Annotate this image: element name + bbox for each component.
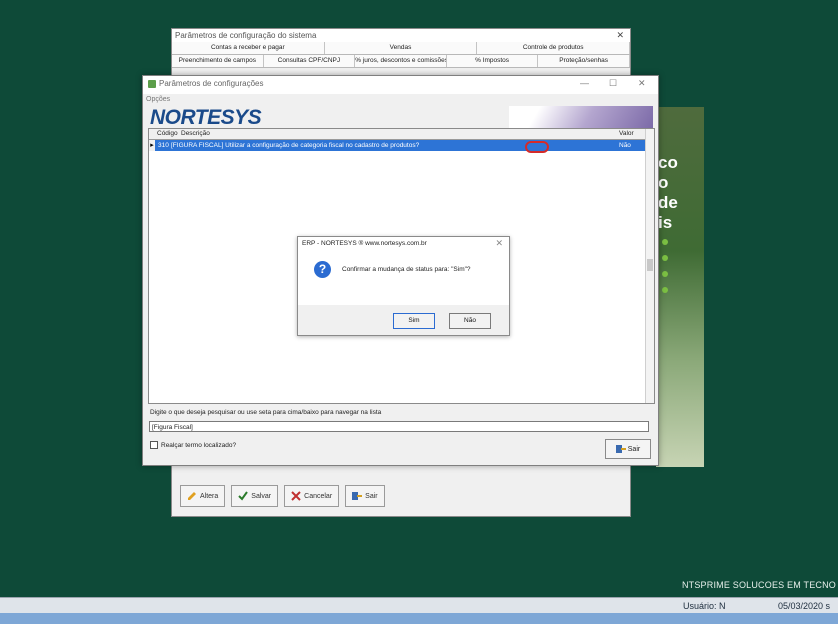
pencil-icon bbox=[187, 491, 197, 501]
search-label: Digite o que deseja pesquisar ou use set… bbox=[150, 409, 382, 416]
taskbar-strip bbox=[0, 613, 838, 624]
brand-text: NTSPRIME SOLUCOES EM TECNO bbox=[681, 580, 836, 590]
tab-contas[interactable]: Contas a receber e pagar bbox=[172, 42, 325, 54]
alterar-button[interactable]: Altera bbox=[180, 485, 226, 507]
cancelar-label: Cancelar bbox=[304, 492, 333, 500]
desktop: Parâmetros de configuração do sistema ✕ … bbox=[0, 0, 838, 597]
dialog-titlebar: ERP - NORTESYS ® www.nortesys.com.br ✕ bbox=[298, 237, 509, 251]
tab-preenchimento[interactable]: Preenchimento de campos bbox=[172, 55, 264, 67]
row-code: 310 bbox=[158, 142, 169, 149]
opcoes-label: Opções bbox=[146, 96, 171, 103]
tab-vendas[interactable]: Vendas bbox=[324, 42, 478, 54]
grid-header: Código Descrição Valor bbox=[149, 129, 654, 140]
confirm-dialog: ERP - NORTESYS ® www.nortesys.com.br ✕ ?… bbox=[297, 236, 510, 336]
tab-juros[interactable]: % juros, descontos e comissões bbox=[355, 55, 447, 67]
status-date: 05/03/2020 s bbox=[778, 601, 831, 611]
tab-row-1: Contas a receber e pagar Vendas Controle… bbox=[172, 42, 631, 55]
realcar-checkbox[interactable]: Realçar termo localizado? bbox=[150, 441, 236, 449]
promo-letters: co o de is bbox=[658, 153, 678, 232]
sair-label-back: Sair bbox=[365, 492, 378, 500]
check-icon bbox=[238, 491, 249, 501]
tab-controle-produtos[interactable]: Controle de produtos bbox=[477, 42, 631, 54]
col-codigo[interactable]: Código bbox=[157, 130, 178, 137]
tab-row-2: Preenchimento de campos Consultas CPF/CN… bbox=[172, 55, 630, 68]
alterar-label: Altera bbox=[200, 492, 219, 500]
search-input[interactable]: [Figura Fiscal] bbox=[149, 421, 649, 432]
nortesys-logo: NORTESYS bbox=[150, 106, 262, 129]
params-titlebar: Parâmetros de configurações — ☐ ✕ bbox=[143, 76, 658, 94]
minimize-icon[interactable]: — bbox=[580, 78, 589, 88]
params-title: Parâmetros de configurações bbox=[159, 79, 264, 88]
row-value[interactable]: Não bbox=[619, 140, 631, 151]
grid-scrollbar[interactable] bbox=[645, 129, 654, 403]
sair-label: Sair bbox=[627, 445, 641, 453]
close-icon[interactable]: ✕ bbox=[616, 29, 624, 42]
dialog-title: ERP - NORTESYS ® www.nortesys.com.br bbox=[302, 240, 427, 247]
salvar-button[interactable]: Salvar bbox=[231, 485, 279, 507]
status-bar: Usuário: N 05/03/2020 s bbox=[0, 597, 838, 614]
status-user: Usuário: N bbox=[683, 601, 726, 611]
dialog-message: Confirmar a mudança de status para: "Sim… bbox=[342, 266, 471, 273]
close-icon[interactable]: ✕ bbox=[638, 78, 646, 89]
bottom-toolbar: Altera Salvar Cancelar Sair bbox=[180, 485, 385, 507]
highlight-circle bbox=[525, 141, 549, 153]
app-icon bbox=[148, 80, 156, 88]
salvar-label: Salvar bbox=[251, 492, 272, 500]
exit-door-icon bbox=[352, 491, 363, 501]
cancelar-button[interactable]: Cancelar bbox=[284, 485, 340, 507]
sim-button[interactable]: Sim bbox=[393, 313, 435, 329]
nao-button[interactable]: Não bbox=[449, 313, 491, 329]
row-indicator-icon: ▸ bbox=[149, 140, 155, 151]
header-swoosh bbox=[509, 106, 653, 128]
maximize-icon[interactable]: ☐ bbox=[609, 78, 617, 89]
exit-door-icon bbox=[615, 445, 626, 453]
checkbox-box[interactable] bbox=[150, 441, 158, 449]
tab-impostos[interactable]: % Impostos bbox=[446, 55, 539, 67]
realcar-label: Realçar termo localizado? bbox=[161, 441, 237, 449]
col-valor[interactable]: Valor bbox=[619, 130, 634, 137]
sair-button[interactable]: Sair bbox=[605, 439, 651, 459]
close-icon[interactable]: ✕ bbox=[495, 238, 503, 249]
question-icon: ? bbox=[314, 261, 331, 278]
scroll-thumb[interactable] bbox=[647, 259, 653, 271]
sair-button-back[interactable]: Sair bbox=[345, 485, 385, 507]
system-config-title: Parâmetros de configuração do sistema bbox=[175, 31, 317, 40]
col-descricao[interactable]: Descrição bbox=[181, 130, 210, 137]
tab-protecao[interactable]: Proteção/senhas bbox=[538, 55, 630, 67]
cancel-icon bbox=[291, 491, 301, 501]
promo-dots bbox=[662, 239, 672, 303]
tab-consultas[interactable]: Consultas CPF/CNPJ bbox=[263, 55, 356, 67]
table-row[interactable]: ▸ 310 [FIGURA FISCAL] Utilizar a configu… bbox=[149, 140, 646, 151]
system-config-titlebar: Parâmetros de configuração do sistema ✕ bbox=[172, 29, 630, 42]
promo-image: co o de is bbox=[656, 107, 704, 467]
row-description: [FIGURA FISCAL] Utilizar a configuração … bbox=[171, 142, 420, 149]
dialog-body bbox=[298, 251, 509, 305]
